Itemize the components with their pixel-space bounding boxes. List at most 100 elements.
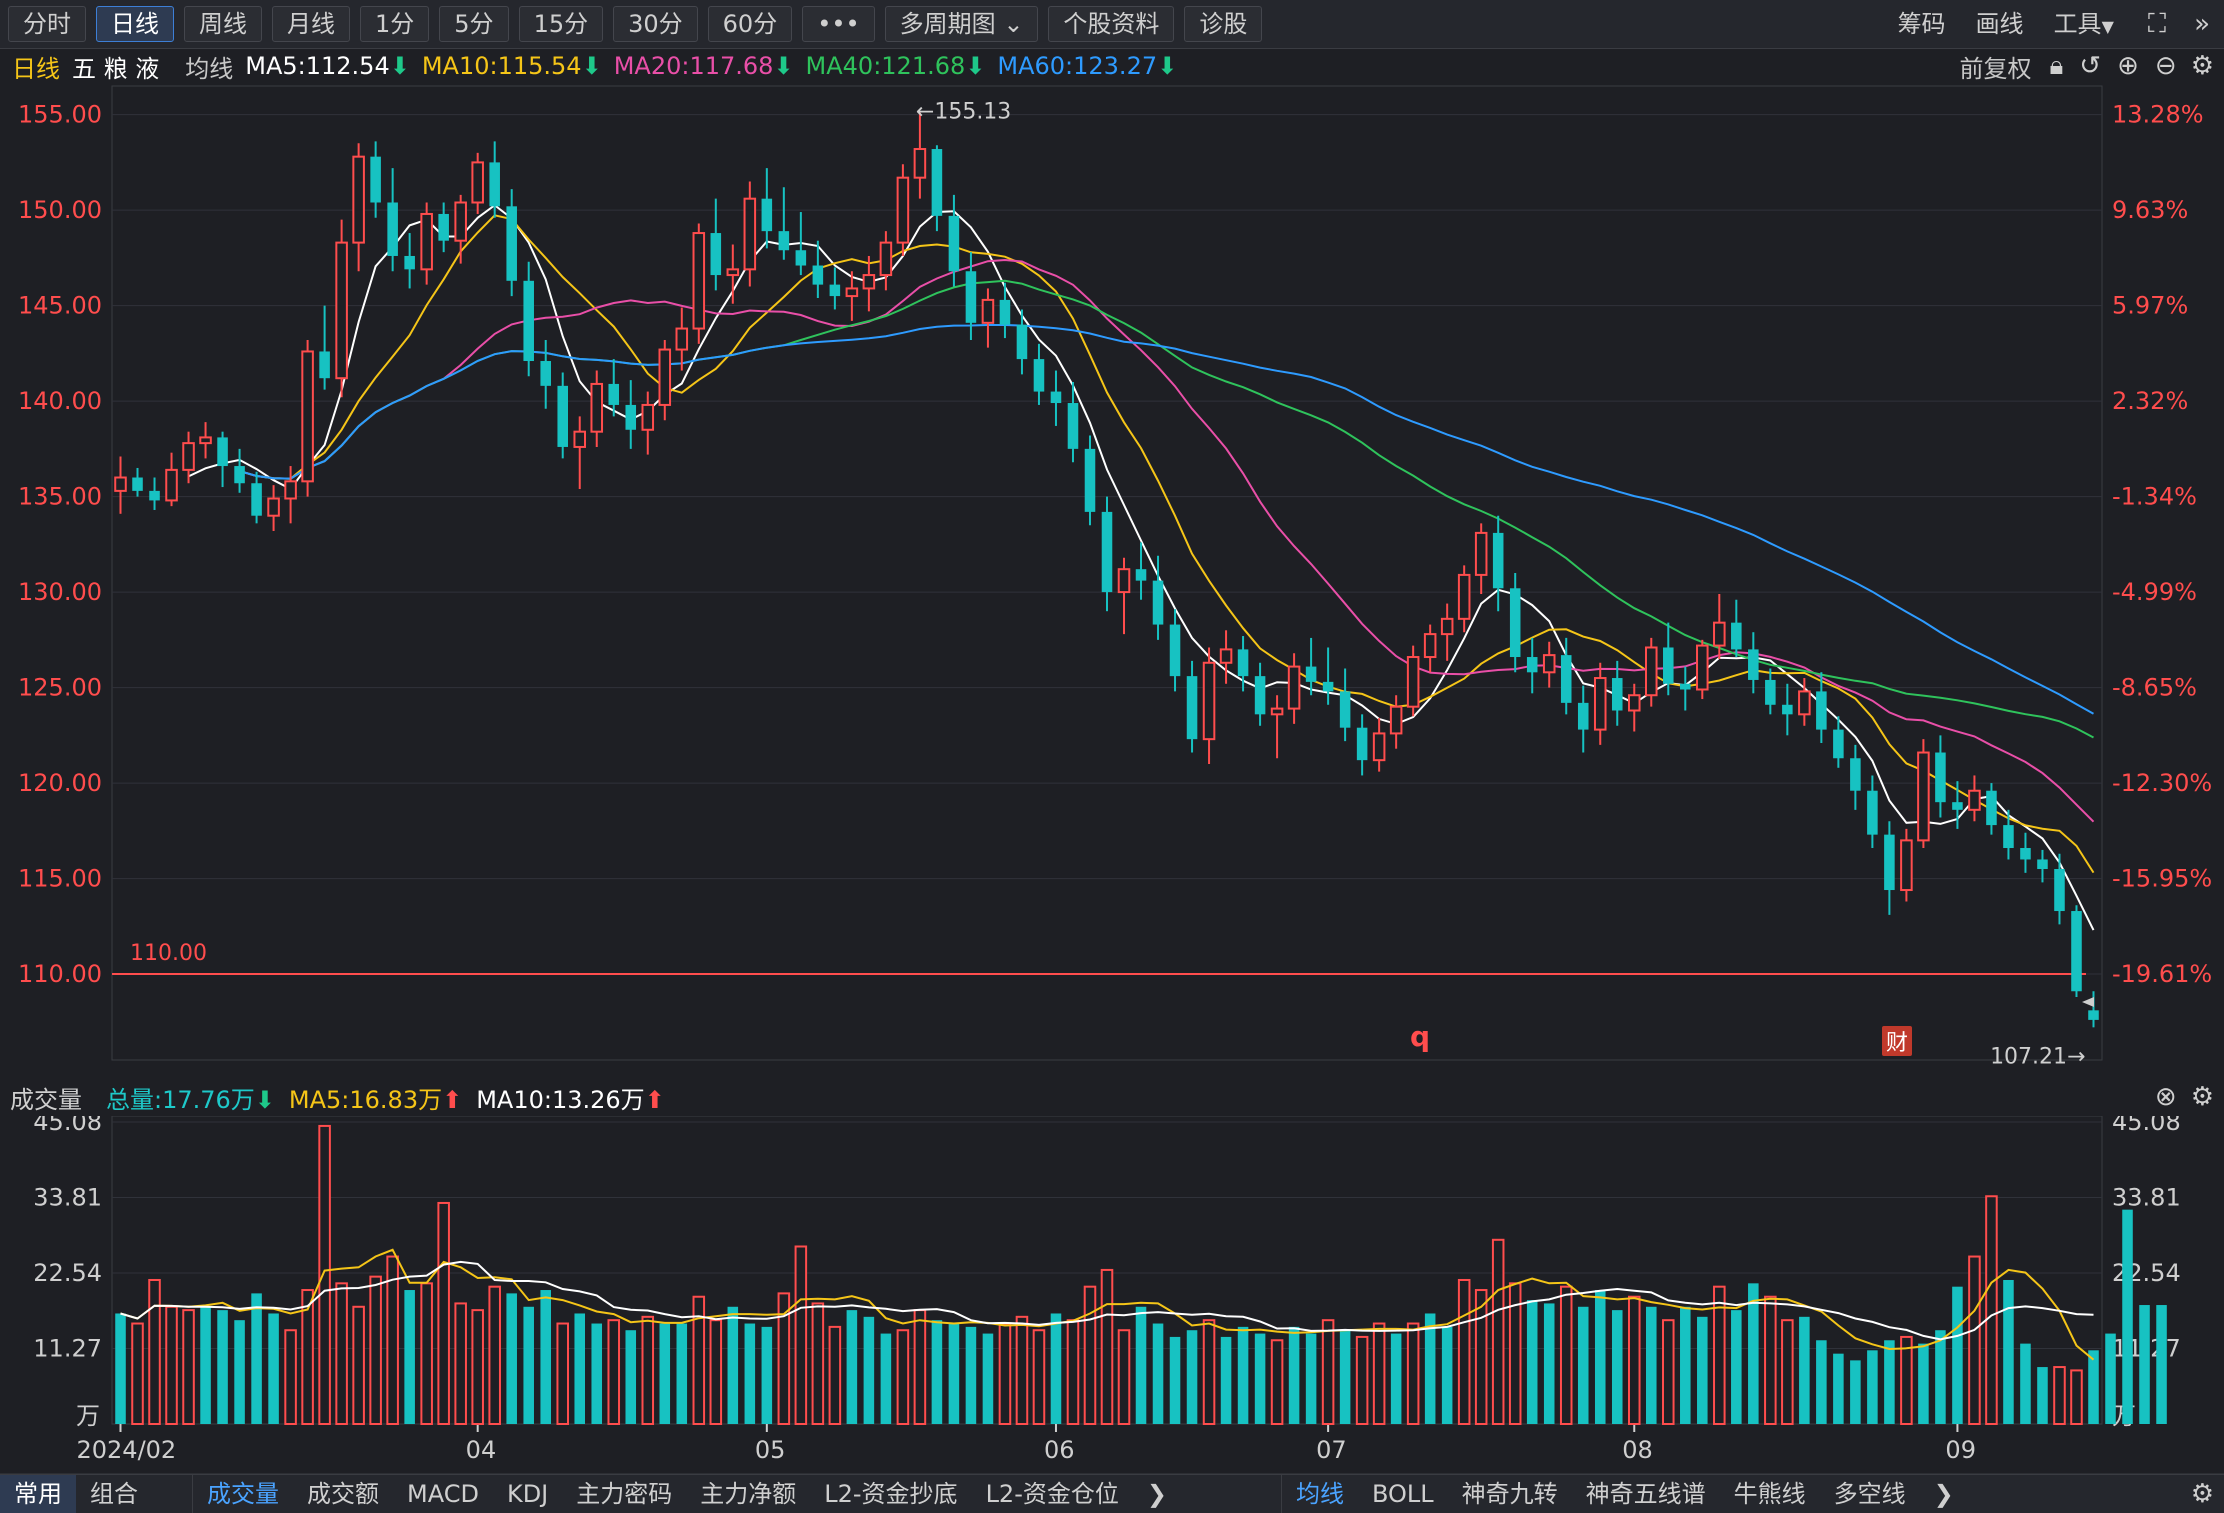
volume-bar-up [1083, 1285, 1097, 1425]
volume-bar-up [1985, 1195, 1998, 1425]
price-tick-label: 135.00 [18, 483, 102, 511]
bottom-settings-gear-icon[interactable]: ⚙ [2191, 1479, 2214, 1509]
candle-body-down [608, 383, 620, 405]
candle-body-down [1782, 704, 1793, 715]
percent-tick-label: -4.99% [2112, 578, 2197, 606]
candle-body-down [1356, 727, 1368, 761]
volume-bar-down [234, 1320, 245, 1424]
price-tick-label: 130.00 [18, 578, 102, 606]
volume-bar-down [1543, 1303, 1555, 1424]
volume-bar-down [846, 1310, 858, 1424]
overlay-tab-0[interactable]: 均线 [1282, 1475, 1358, 1513]
volume-value-text: MA10:13.26万 [476, 1085, 645, 1114]
candle-body-up [454, 201, 467, 242]
volume-bar-down [1424, 1313, 1436, 1424]
indicator-tab-1[interactable]: 成交额 [293, 1475, 393, 1513]
indicator-tab-4[interactable]: 主力密码 [562, 1475, 686, 1513]
volume-bar-down [1611, 1310, 1623, 1424]
close-indicator-icon[interactable]: ⊗ [2155, 1082, 2177, 1112]
indicator-tab-6[interactable]: L2-资金抄底 [810, 1475, 971, 1513]
volume-values: 总量:17.76万⬇ MA5:16.83万⬆ MA10:13.26万⬆ [106, 1080, 679, 1115]
candle-body-down [625, 404, 637, 430]
kline-chart[interactable]: 155.00 13.28% 150.00 9.63% 145.00 5.97% 140.00… [0, 0, 2224, 1512]
candle-body-down [931, 149, 943, 216]
percent-tick-label: -15.95% [2112, 865, 2212, 893]
candle-body-up [1270, 707, 1284, 716]
indicator-tab-5[interactable]: 主力净额 [686, 1475, 810, 1513]
candle-body-up [692, 232, 706, 330]
volume-bar-up [2070, 1369, 2083, 1425]
tab-combo[interactable]: 组合 [76, 1475, 152, 1513]
volume-bar-up [284, 1329, 297, 1426]
candle-body-up [165, 468, 178, 502]
candle-body-up [199, 436, 212, 445]
candle-body-down [1050, 391, 1062, 404]
volume-bar-down [2003, 1279, 2014, 1424]
volume-tick-label: 22.54 [33, 1259, 102, 1287]
volume-bar-down [1799, 1316, 1810, 1424]
volume-bar-down [1050, 1313, 1062, 1424]
indicator-tab-2[interactable]: MACD [393, 1475, 493, 1513]
indicator-tab-7[interactable]: L2-资金仓位 [972, 1475, 1133, 1513]
volume-bar-down [1646, 1306, 1657, 1424]
candle-body-down [523, 280, 534, 362]
candle-body-down [1952, 802, 1963, 810]
percent-tick-label: 13.28% [2112, 101, 2204, 129]
indicator-tab-0[interactable]: 成交量 [193, 1475, 293, 1513]
volume-bar-down [1220, 1336, 1232, 1424]
candle-body-down [1509, 588, 1521, 658]
volume-bar-down [659, 1323, 671, 1424]
overlays-next-icon[interactable]: ❯ [1920, 1475, 1968, 1513]
volume-bar-down [268, 1313, 279, 1424]
candle-body-up [1457, 573, 1471, 620]
candle-body-down [1867, 790, 1878, 835]
candle-body-down [2037, 859, 2048, 870]
candle-body-down [761, 198, 773, 232]
overlay-tab-5[interactable]: 多空线 [1820, 1475, 1920, 1513]
x-tick-label: 07 [1316, 1436, 1347, 1464]
candle-body-up [1542, 654, 1556, 674]
candle-body-down [710, 233, 722, 276]
volume-bar-up [454, 1302, 467, 1426]
ma-line-ma20 [239, 258, 2095, 823]
indicator-tab-3[interactable]: KDJ [493, 1475, 562, 1513]
volume-bar-down [1594, 1290, 1606, 1424]
volume-unit-label: 万 [76, 1402, 100, 1430]
x-tick-label: 04 [466, 1436, 497, 1464]
candle-body-down [387, 202, 398, 256]
volume-bar-down [591, 1323, 603, 1424]
candle-body-down [999, 299, 1011, 325]
volume-bar-down [1254, 1333, 1266, 1424]
indicator-settings-gear-icon[interactable]: ⚙ [2191, 1082, 2214, 1112]
candle-body-down [1935, 752, 1946, 803]
volume-tick-label: 33.81 [33, 1184, 102, 1212]
candle-body-up [1917, 751, 1930, 842]
overlay-tab-4[interactable]: 牛熊线 [1720, 1475, 1820, 1513]
volume-bar-down [761, 1326, 773, 1424]
candle-body-up [284, 480, 297, 500]
tab-common[interactable]: 常用 [0, 1475, 76, 1513]
volume-bar-up [1355, 1335, 1369, 1425]
candle-body-down [404, 255, 415, 270]
candle-body-up [845, 287, 859, 298]
candle-body-down [1067, 403, 1079, 449]
volume-bar-down [217, 1310, 228, 1424]
volume-bar-up [488, 1285, 501, 1425]
volume-bar-down [2122, 1209, 2133, 1424]
candle-body-down [251, 483, 262, 516]
indicators-next-icon[interactable]: ❯ [1133, 1475, 1181, 1513]
volume-bar-up [148, 1278, 161, 1425]
volume-bar-down [727, 1306, 739, 1424]
candle-body-up [573, 430, 587, 448]
overlay-tab-3[interactable]: 神奇五线谱 [1572, 1475, 1720, 1513]
volume-bar-up [1117, 1329, 1131, 1426]
candle-body-down [1339, 691, 1351, 728]
percent-tick-label: -1.34% [2112, 483, 2197, 511]
overlay-tab-2[interactable]: 神奇九转 [1448, 1475, 1572, 1513]
candle-body-down [1033, 359, 1045, 392]
overlay-tab-1[interactable]: BOLL [1358, 1475, 1448, 1513]
candle-body-up [1968, 789, 1981, 811]
volume-bar-down [2156, 1305, 2167, 1424]
x-tick-label: 09 [1945, 1436, 1976, 1464]
volume-bar-up [641, 1315, 655, 1425]
